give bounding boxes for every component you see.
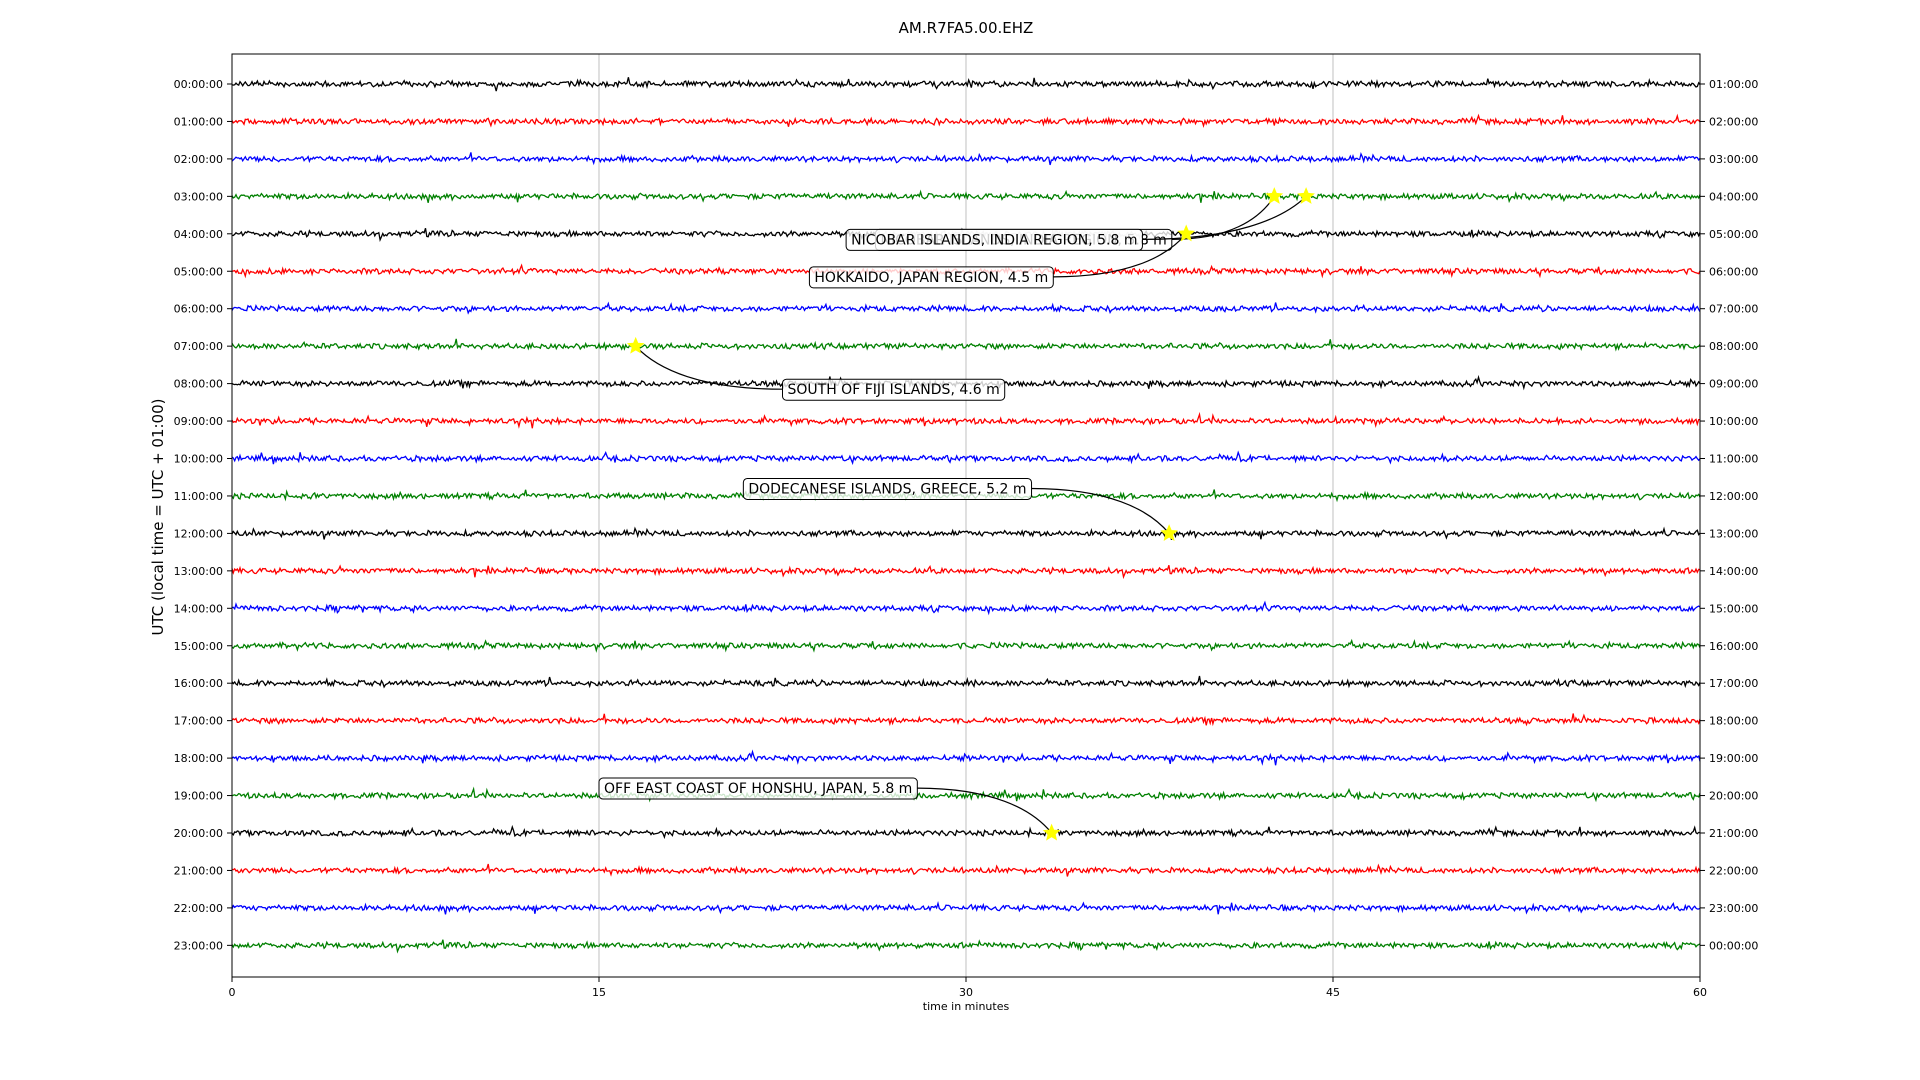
y-tick-label-utc: 13:00:00 (174, 565, 223, 578)
y-tick-label-local: 01:00:00 (1709, 78, 1758, 91)
y-tick-label-local: 21:00:00 (1709, 827, 1758, 840)
y-tick-label-local: 22:00:00 (1709, 864, 1758, 877)
y-tick-label-utc: 23:00:00 (174, 939, 223, 952)
y-tick-label-local: 10:00:00 (1709, 415, 1758, 428)
y-tick-label-utc: 21:00:00 (174, 864, 223, 877)
annotation-label: OFF EAST COAST OF HONSHU, JAPAN, 5.8 m (604, 781, 912, 797)
y-tick-label-utc: 02:00:00 (174, 153, 223, 166)
y-axis-label: UTC (local time = UTC + 01:00) (149, 399, 167, 636)
event-annotations: NICOBAR ISLANDS, INDIA REGION, 5.8 mNICO… (598, 187, 1315, 841)
y-tick-label-utc: 12:00:00 (174, 527, 223, 540)
y-tick-label-local: 12:00:00 (1709, 490, 1758, 503)
y-tick-label-utc: 07:00:00 (174, 340, 223, 353)
y-tick-label-local: 08:00:00 (1709, 340, 1758, 353)
annotation-leader (635, 345, 783, 390)
y-tick-label-local: 19:00:00 (1709, 752, 1758, 765)
annotation-label: DODECANESE ISLANDS, GREECE, 5.2 m (748, 481, 1026, 497)
y-tick-label-utc: 01:00:00 (174, 115, 223, 128)
y-tick-label-local: 17:00:00 (1709, 677, 1758, 690)
y-tick-label-utc: 19:00:00 (174, 790, 223, 803)
x-tick-label: 30 (959, 986, 973, 999)
annotation-label: SOUTH OF FIJI ISLANDS, 4.6 m (788, 382, 1000, 398)
y-tick-label-local: 11:00:00 (1709, 453, 1758, 466)
y-tick-label-utc: 10:00:00 (174, 453, 223, 466)
y-tick-label-local: 07:00:00 (1709, 303, 1758, 316)
y-tick-label-local: 05:00:00 (1709, 228, 1758, 241)
y-tick-label-local: 15:00:00 (1709, 602, 1758, 615)
y-tick-label-utc: 00:00:00 (174, 78, 223, 91)
y-tick-label-local: 04:00:00 (1709, 190, 1758, 203)
y-tick-label-utc: 08:00:00 (174, 378, 223, 391)
y-tick-label-local: 18:00:00 (1709, 715, 1758, 728)
y-tick-label-local: 00:00:00 (1709, 939, 1758, 952)
y-tick-label-utc: 11:00:00 (174, 490, 223, 503)
annotation-leader (917, 787, 1053, 834)
y-tick-label-local: 13:00:00 (1709, 527, 1758, 540)
y-tick-label-utc: 17:00:00 (174, 715, 223, 728)
y-tick-label-local: 23:00:00 (1709, 902, 1758, 915)
event-star-marker (1265, 187, 1284, 204)
chart-title: AM.R7FA5.00.EHZ (899, 19, 1034, 37)
x-tick-label: 60 (1693, 986, 1707, 999)
y-tick-label-utc: 18:00:00 (174, 752, 223, 765)
y-tick-label-utc: 04:00:00 (174, 228, 223, 241)
x-tick-label: 15 (592, 986, 606, 999)
x-tick-label: 0 (229, 986, 236, 999)
y-tick-label-local: 06:00:00 (1709, 265, 1758, 278)
y-tick-label-local: 20:00:00 (1709, 790, 1758, 803)
x-ticks: 0 15 30 45 60 (229, 977, 1707, 999)
x-axis-label: time in minutes (923, 1000, 1010, 1013)
y-tick-label-utc: 06:00:00 (174, 303, 223, 316)
y-tick-label-local: 09:00:00 (1709, 378, 1758, 391)
event-star-marker (626, 336, 645, 354)
y-tick-label-utc: 09:00:00 (174, 415, 223, 428)
annotation-label: HOKKAIDO, JAPAN REGION, 4.5 m (814, 270, 1048, 286)
y-tick-label-utc: 03:00:00 (174, 190, 223, 203)
y-tick-label-utc: 05:00:00 (174, 265, 223, 278)
helicorder-chart: AM.R7FA5.00.EHZ 00:00:00 01:00:00 01:00:00… (149, 19, 1758, 1013)
y-tick-label-utc: 22:00:00 (174, 902, 223, 915)
y-tick-label-utc: 15:00:00 (174, 640, 223, 653)
y-tick-label-utc: 14:00:00 (174, 602, 223, 615)
x-tick-label: 45 (1326, 986, 1340, 999)
y-tick-label-utc: 20:00:00 (174, 827, 223, 840)
y-tick-label-utc: 16:00:00 (174, 677, 223, 690)
y-tick-label-local: 16:00:00 (1709, 640, 1758, 653)
y-tick-label-local: 14:00:00 (1709, 565, 1758, 578)
annotation-label: NICOBAR ISLANDS, INDIA REGION, 5.8 m (851, 232, 1137, 248)
event-annotation: DODECANESE ISLANDS, GREECE, 5.2 m (742, 477, 1178, 541)
y-tick-label-local: 02:00:00 (1709, 115, 1758, 128)
y-tick-label-local: 03:00:00 (1709, 153, 1758, 166)
